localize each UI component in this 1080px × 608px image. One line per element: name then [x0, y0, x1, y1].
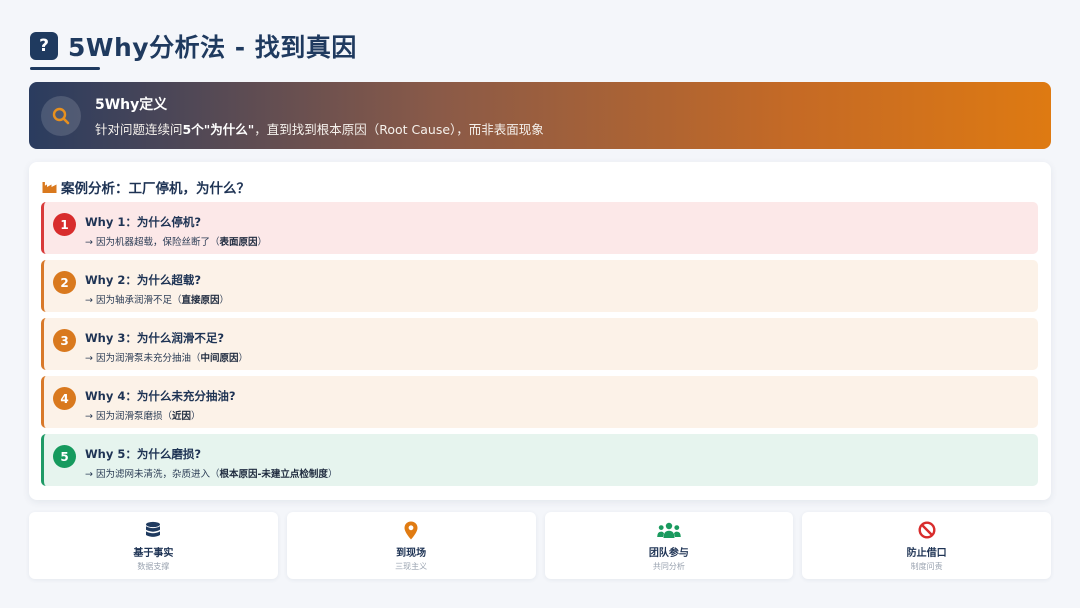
why-row-2: 2 Why 2：为什么超载? → 因为轴承润滑不足（直接原因）: [41, 260, 1038, 312]
database-icon: [145, 520, 161, 540]
principle-title: 到现场: [396, 548, 427, 559]
title-underline: [30, 67, 100, 70]
step-number-badge: 4: [53, 387, 76, 410]
principle-subtitle: 三现主义: [395, 562, 428, 571]
why-row-1: 1 Why 1：为什么停机? → 因为机器超载，保险丝断了（表面原因）: [41, 202, 1038, 254]
principle-subtitle: 数据支撑: [137, 562, 170, 571]
principle-title: 基于事实: [133, 548, 174, 559]
principle-title: 防止借口: [906, 548, 947, 559]
definition-title: 5Why定义: [95, 96, 168, 113]
why-question: Why 2：为什么超载?: [85, 273, 202, 287]
definition-description: 针对问题连续问5个"为什么"，直到找到根本原因（Root Cause），而非表面…: [95, 121, 544, 137]
why-row-5: 5 Why 5：为什么磨损? → 因为滤网未清洗，杂质进入（根本原因-未建立点检…: [41, 434, 1038, 486]
team-icon: [657, 520, 681, 540]
page-title: 5Why分析法 - 找到真因: [68, 33, 357, 62]
location-pin-icon: [404, 520, 418, 540]
why-answer: → 因为机器超载，保险丝断了（表面原因）: [85, 237, 268, 248]
search-icon: [41, 95, 81, 136]
step-number-badge: 5: [53, 445, 76, 468]
why-question: Why 1：为什么停机?: [85, 215, 202, 229]
principle-subtitle: 共同分析: [652, 562, 685, 571]
why-question: Why 3：为什么润滑不足?: [85, 331, 225, 345]
why-answer: → 因为滤网未清洗，杂质进入（根本原因-未建立点检制度）: [85, 469, 338, 480]
case-title: 案例分析：工厂停机，为什么？: [42, 177, 250, 197]
step-number-badge: 1: [53, 213, 76, 236]
step-number-badge: 2: [53, 271, 76, 294]
why-row-3: 3 Why 3：为什么润滑不足? → 因为润滑泵未充分抽油（中间原因）: [41, 318, 1038, 370]
why-question: Why 5：为什么磨损?: [85, 447, 202, 461]
principle-card-no-excuses: 防止借口 制度问责: [802, 512, 1051, 579]
ban-icon: [918, 520, 936, 540]
principles-row: 基于事实 数据支撑 到现场 三现主义 团队参与 共同分析 防止借口 制度问责: [29, 512, 1051, 579]
page-header: ? 5Why分析法 - 找到真因: [30, 28, 357, 64]
principle-card-site: 到现场 三现主义: [286, 512, 536, 579]
definition-banner: 5Why定义 针对问题连续问5个"为什么"，直到找到根本原因（Root Caus…: [29, 82, 1051, 149]
why-list: 1 Why 1：为什么停机? → 因为机器超载，保险丝断了（表面原因） 2 Wh…: [41, 202, 1038, 492]
principle-title: 团队参与: [648, 548, 689, 559]
why-answer: → 因为轴承润滑不足（直接原因）: [85, 295, 230, 306]
step-number-badge: 3: [53, 329, 76, 352]
principle-card-team: 团队参与 共同分析: [544, 512, 794, 579]
factory-icon: [42, 181, 57, 193]
case-analysis-card: 案例分析：工厂停机，为什么？ 1 Why 1：为什么停机? → 因为机器超载，保…: [29, 162, 1051, 500]
principle-subtitle: 制度问责: [910, 562, 943, 571]
why-row-4: 4 Why 4：为什么未充分抽油? → 因为润滑泵磨损（近因）: [41, 376, 1038, 428]
why-answer: → 因为润滑泵磨损（近因）: [85, 411, 201, 422]
why-question: Why 4：为什么未充分抽油?: [85, 389, 236, 403]
question-icon: ?: [30, 32, 58, 60]
principle-card-facts: 基于事实 数据支撑: [29, 512, 278, 579]
why-answer: → 因为润滑泵未充分抽油（中间原因）: [85, 353, 249, 364]
